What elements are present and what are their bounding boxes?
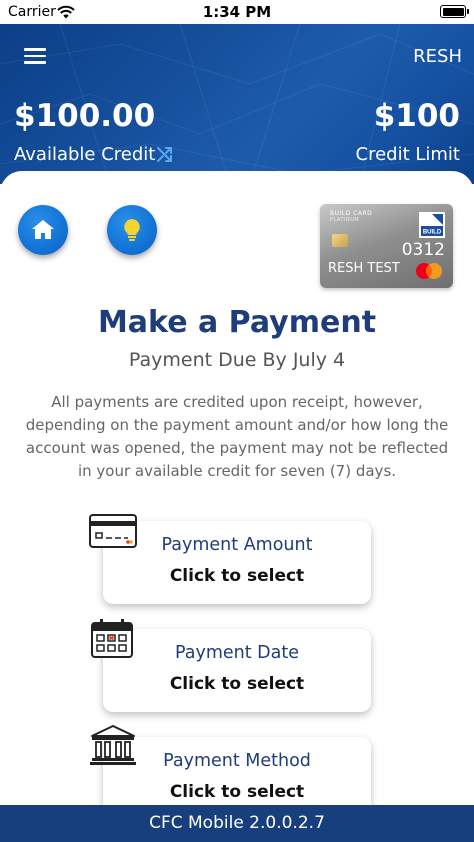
card-brand: BUILD CARD — [330, 210, 373, 217]
lightbulb-icon — [124, 219, 140, 241]
page-title: Make a Payment — [97, 305, 377, 340]
available-credit-amount: $100.00 — [14, 98, 156, 134]
card-chip-icon — [332, 234, 348, 247]
home-button[interactable] — [18, 205, 68, 255]
battery-icon — [440, 5, 469, 18]
app-version-footer: CFC Mobile 2.0.0.2.7 — [0, 805, 474, 842]
account-header: RESH $100.00 Available Credit $100 Credi… — [0, 24, 474, 184]
build-logo-icon: BUILD — [419, 212, 445, 238]
shuffle-icon[interactable] — [156, 145, 174, 163]
card-holder-name: RESH TEST — [328, 261, 400, 276]
card-tier: PLATINUM — [330, 217, 360, 223]
bank-icon — [90, 725, 136, 765]
payment-due-date: Payment Due By July 4 — [128, 349, 346, 371]
credit-limit-amount: $100 — [373, 98, 460, 134]
payment-date-selector[interactable]: Payment Date Click to select — [103, 629, 371, 712]
available-credit-label: Available Credit — [14, 144, 156, 165]
tips-button[interactable] — [107, 205, 157, 255]
payment-amount-value[interactable]: Click to select — [103, 566, 371, 586]
credit-card-icon — [89, 514, 137, 548]
user-name[interactable]: RESH — [413, 46, 462, 67]
credit-card-image[interactable]: BUILD CARD PLATINUM BUILD 0312 RESH TEST — [320, 204, 453, 288]
status-time: 1:34 PM — [202, 3, 272, 21]
home-icon — [32, 220, 54, 239]
mastercard-icon — [416, 263, 442, 279]
card-last-four: 0312 — [401, 240, 445, 260]
payment-notice: All payments are credited upon receipt, … — [25, 393, 449, 480]
payment-method-value[interactable]: Click to select — [103, 782, 371, 802]
calendar-icon — [91, 619, 133, 658]
payment-amount-selector[interactable]: Payment Amount Click to select — [103, 521, 371, 604]
build-logo-text: BUILD — [423, 230, 442, 236]
payment-date-label: Payment Date — [174, 643, 299, 663]
credit-limit-label: Credit Limit — [355, 144, 460, 165]
status-bar: Carrier 1:34 PM — [0, 0, 474, 24]
payment-content: BUILD CARD PLATINUM BUILD 0312 RESH TEST… — [0, 171, 474, 820]
hamburger-menu-icon[interactable] — [24, 48, 46, 64]
payment-method-label: Payment Method — [163, 751, 311, 771]
payment-amount-label: Payment Amount — [161, 535, 313, 555]
payment-date-value[interactable]: Click to select — [103, 674, 371, 694]
